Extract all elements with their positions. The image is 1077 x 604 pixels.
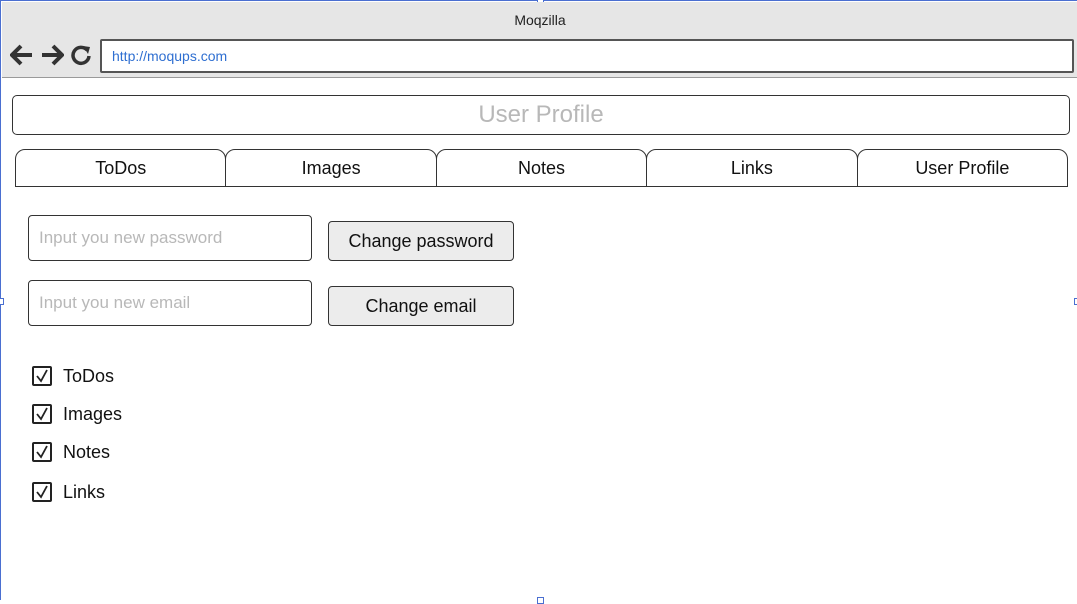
arrow-left-icon [10, 44, 32, 66]
checkbox-label: Notes [63, 441, 111, 462]
back-button[interactable] [9, 42, 35, 68]
change-password-button[interactable]: Change password [328, 221, 514, 261]
checkbox-todos[interactable]: ToDos [32, 365, 114, 387]
tab-bar: ToDos Images Notes Links User Profile [15, 149, 1069, 187]
checkmark-icon [36, 445, 48, 459]
checkbox-box[interactable] [32, 366, 52, 386]
checkmark-icon [36, 369, 48, 383]
selection-handle-bottom[interactable] [537, 597, 544, 604]
window-title: Moqzilla [514, 12, 566, 28]
checkbox-label: Images [63, 403, 123, 424]
checkbox-label: Links [63, 481, 106, 502]
checkbox-label: ToDos [63, 365, 115, 386]
new-email-input[interactable] [28, 280, 312, 326]
page-title: User Profile [12, 95, 1070, 135]
checkbox-box[interactable] [32, 482, 52, 502]
checkbox-notes[interactable]: Notes [32, 441, 110, 463]
tab-notes[interactable]: Notes [435, 149, 648, 187]
reload-icon [71, 45, 91, 66]
forward-button[interactable] [39, 42, 65, 68]
reload-button[interactable] [68, 42, 94, 68]
browser-chrome: Moqzilla [2, 2, 1077, 78]
checkbox-box[interactable] [32, 404, 52, 424]
tab-images[interactable]: Images [225, 149, 437, 187]
checkbox-links[interactable]: Links [32, 481, 105, 503]
arrow-right-icon [42, 44, 64, 66]
checkbox-box[interactable] [32, 442, 52, 462]
checkmark-icon [36, 485, 48, 499]
new-password-input[interactable] [28, 215, 312, 261]
url-input[interactable] [112, 41, 1072, 71]
tab-user-profile[interactable]: User Profile [856, 149, 1069, 187]
checkbox-images[interactable]: Images [32, 403, 122, 425]
tab-links[interactable]: Links [646, 149, 858, 187]
change-email-button[interactable]: Change email [328, 286, 514, 326]
selection-handle-left[interactable] [0, 298, 4, 305]
mockup-frame: Moqzilla User Profile ToDos Images Notes [0, 0, 1077, 604]
tab-todos[interactable]: ToDos [15, 149, 227, 187]
checkmark-icon [36, 407, 48, 421]
address-bar[interactable] [100, 39, 1074, 73]
